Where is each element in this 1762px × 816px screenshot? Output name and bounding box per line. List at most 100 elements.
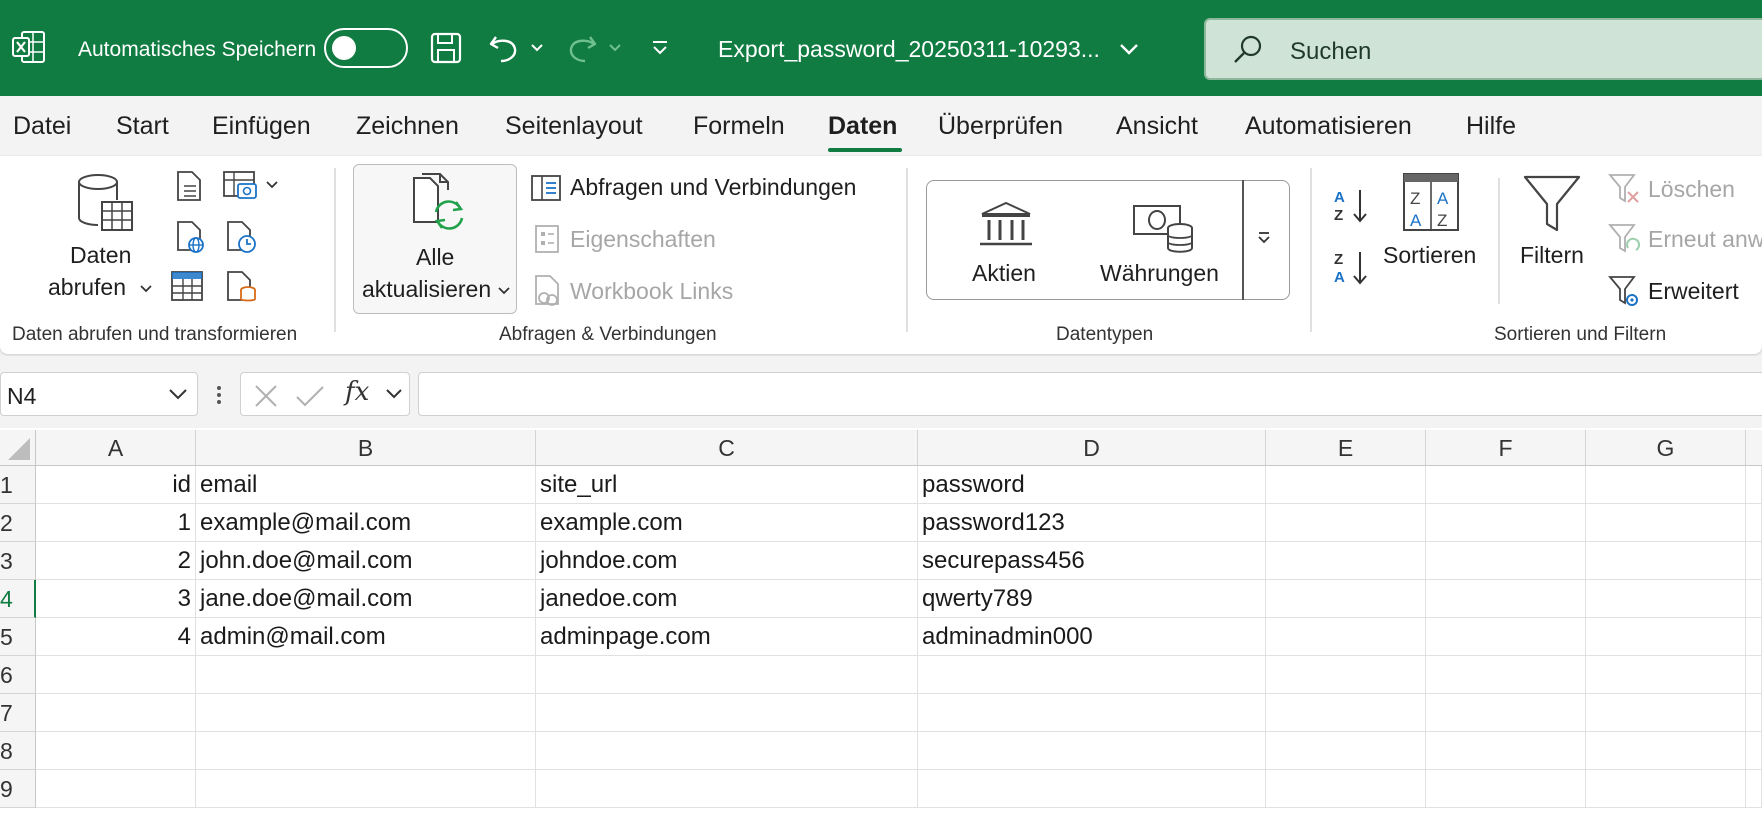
from-text-icon[interactable] [174,170,204,202]
cell-e7[interactable] [1266,694,1426,732]
select-all-corner[interactable] [0,430,36,466]
erneut-anwenden-button[interactable]: Erneut anw [1648,226,1762,253]
cell-f8[interactable] [1426,732,1586,770]
cell-d3[interactable]: securepass456 [918,542,1266,580]
daten-abrufen-label1[interactable]: Daten [70,242,131,269]
filtern-button[interactable]: Filtern [1520,242,1584,269]
column-header-b[interactable]: B [196,430,536,466]
tab-seitenlayout[interactable]: Seitenlayout [505,112,643,141]
cell-b6[interactable] [196,656,536,694]
tab-einfuegen[interactable]: Einfügen [212,112,311,141]
cell-e5[interactable] [1266,618,1426,656]
cell-x6[interactable] [1746,656,1762,694]
cell-g7[interactable] [1586,694,1746,732]
cell-d7[interactable] [918,694,1266,732]
eigenschaften-button[interactable]: Eigenschaften [570,226,716,253]
cell-d2[interactable]: password123 [918,504,1266,542]
cell-c1[interactable]: site_url [536,466,918,504]
workbook-links-button[interactable]: Workbook Links [570,278,733,305]
tab-ansicht[interactable]: Ansicht [1116,112,1198,141]
confirm-check-icon[interactable] [295,383,325,409]
cell-x7[interactable] [1746,694,1762,732]
cell-x5[interactable] [1746,618,1762,656]
cell-b8[interactable] [196,732,536,770]
sortieren-button[interactable]: Sortieren [1383,242,1476,269]
column-header-g[interactable]: G [1586,430,1746,466]
advanced-filter-icon[interactable] [1608,274,1642,308]
properties-icon[interactable] [534,224,560,254]
tab-zeichnen[interactable]: Zeichnen [356,112,459,141]
cell-e1[interactable] [1266,466,1426,504]
erweitert-button[interactable]: Erweitert [1648,278,1739,305]
cell-c4[interactable]: janedoe.com [536,580,918,618]
cell-c2[interactable]: example.com [536,504,918,542]
cell-b7[interactable] [196,694,536,732]
cell-a3[interactable]: 2 [36,542,196,580]
clear-filter-icon[interactable] [1608,172,1642,206]
autosave-toggle[interactable] [324,28,408,68]
cell-b2[interactable]: example@mail.com [196,504,536,542]
title-chevron-down-icon[interactable] [1114,34,1144,64]
tab-datei[interactable]: Datei [13,112,71,141]
column-header-c[interactable]: C [536,430,918,466]
chevron-down-icon[interactable] [266,180,278,189]
cell-f7[interactable] [1426,694,1586,732]
abfragen-verbindungen-button[interactable]: Abfragen und Verbindungen [570,174,856,201]
cell-e2[interactable] [1266,504,1426,542]
cell-f2[interactable] [1426,504,1586,542]
aktien-button[interactable]: Aktien [972,260,1036,287]
daten-abrufen-label2[interactable]: abrufen [48,274,126,301]
cell-e3[interactable] [1266,542,1426,580]
from-web-icon[interactable] [174,220,206,254]
cell-b4[interactable]: jane.doe@mail.com [196,580,536,618]
row-header-2[interactable]: 2 [0,504,36,542]
cell-c3[interactable]: johndoe.com [536,542,918,580]
existing-connections-icon[interactable] [224,270,258,304]
tab-start[interactable]: Start [116,112,169,141]
cell-g6[interactable] [1586,656,1746,694]
row-header-3[interactable]: 3 [0,542,36,580]
cell-d6[interactable] [918,656,1266,694]
cancel-x-icon[interactable] [253,383,279,409]
cell-c5[interactable]: adminpage.com [536,618,918,656]
from-picture-icon[interactable] [222,170,260,202]
row-header-1[interactable]: 1 [0,466,36,504]
cell-f3[interactable] [1426,542,1586,580]
filter-funnel-icon[interactable] [1522,174,1582,234]
cell-f6[interactable] [1426,656,1586,694]
tab-daten[interactable]: Daten [828,112,897,141]
save-icon[interactable] [426,28,466,68]
cell-b3[interactable]: john.doe@mail.com [196,542,536,580]
tab-hilfe[interactable]: Hilfe [1466,112,1516,141]
undo-icon[interactable] [484,28,524,68]
cell-d9[interactable] [918,770,1266,808]
cell-b9[interactable] [196,770,536,808]
waehrungen-button[interactable]: Währungen [1100,260,1219,287]
row-header-5[interactable]: 5 [0,618,36,656]
excel-logo-icon[interactable] [12,30,46,64]
cell-g4[interactable] [1586,580,1746,618]
cell-a9[interactable] [36,770,196,808]
cell-c8[interactable] [536,732,918,770]
insert-function-icon[interactable]: fx [345,377,369,407]
formula-input[interactable] [418,372,1762,416]
cell-d8[interactable] [918,732,1266,770]
row-header-7[interactable]: 7 [0,694,36,732]
chevron-down-icon[interactable] [140,284,152,293]
cell-e8[interactable] [1266,732,1426,770]
redo-dropdown-icon[interactable] [600,28,630,68]
customize-toolbar-icon[interactable] [640,28,680,68]
stocks-bank-icon[interactable] [978,200,1034,250]
cell-a1[interactable]: id [36,466,196,504]
database-table-icon[interactable] [76,172,134,234]
cell-c9[interactable] [536,770,918,808]
name-box-chevron-down-icon[interactable] [167,383,189,405]
cell-d4[interactable]: qwerty789 [918,580,1266,618]
cell-a7[interactable] [36,694,196,732]
currencies-icon[interactable] [1132,204,1196,254]
row-header-9[interactable]: 9 [0,770,36,808]
cell-d1[interactable]: password [918,466,1266,504]
search-box[interactable]: Suchen [1204,18,1762,80]
cell-f5[interactable] [1426,618,1586,656]
cell-x2[interactable] [1746,504,1762,542]
